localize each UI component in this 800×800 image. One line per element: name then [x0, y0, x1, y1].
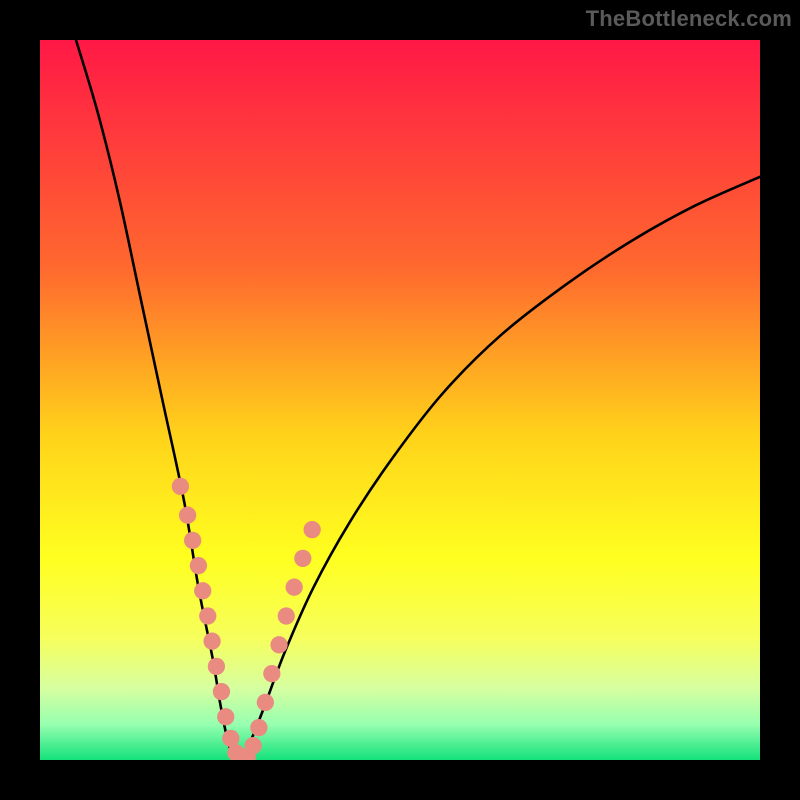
curve-marker: [250, 719, 267, 736]
chart-frame: TheBottleneck.com: [0, 0, 800, 800]
curve-marker: [278, 607, 295, 624]
watermark-text: TheBottleneck.com: [586, 6, 792, 32]
curve-marker: [244, 737, 261, 754]
chart-svg: [40, 40, 760, 760]
plot-area: [40, 40, 760, 760]
curve-marker: [208, 658, 225, 675]
curve-marker: [194, 582, 211, 599]
curve-marker: [294, 550, 311, 567]
gradient-rect: [40, 40, 760, 760]
curve-marker: [263, 665, 280, 682]
curve-marker: [199, 607, 216, 624]
curve-marker: [257, 694, 274, 711]
curve-marker: [190, 557, 207, 574]
curve-marker: [172, 478, 189, 495]
curve-marker: [217, 708, 234, 725]
curve-marker: [179, 507, 196, 524]
curve-marker: [286, 579, 303, 596]
curve-marker: [270, 636, 287, 653]
curve-marker: [304, 521, 321, 538]
curve-marker: [213, 683, 230, 700]
curve-marker: [203, 633, 220, 650]
curve-marker: [184, 532, 201, 549]
